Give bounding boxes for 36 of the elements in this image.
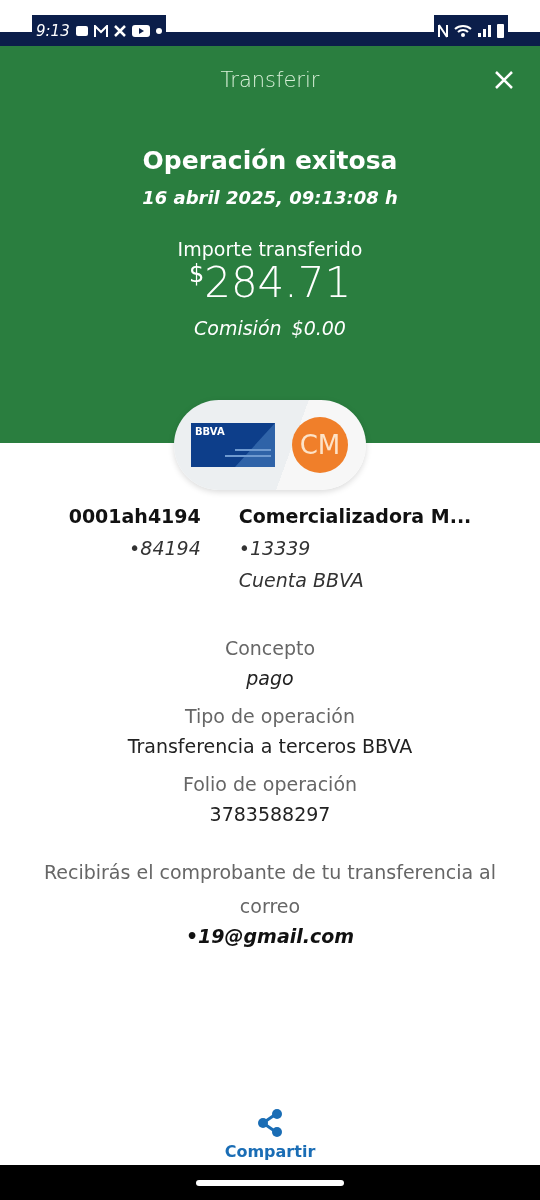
card-icon: BBVA [191,423,275,467]
amount-label: Importe transferido [177,238,363,260]
battery-icon [497,23,504,38]
dot-icon [155,27,162,34]
close-icon[interactable] [494,70,514,90]
detail-value: pago [246,667,294,689]
operation-date: 16 abril 2025, 09:13:08 h [142,187,398,208]
commission-value: $0.00 [291,317,346,339]
share-button[interactable]: Compartir [224,1108,316,1161]
receipt-notice: Recibirás el comprobante de tu transferencia al correo [42,860,498,919]
nfc-icon [438,23,448,38]
video-play-icon [131,24,150,37]
detail-value: Transferencia a terceros BBVA [127,735,413,757]
currency-sign: $ [188,260,205,288]
destination-account-type: Cuenta BBVA [238,569,365,591]
message-icon [75,25,88,36]
share-icon [256,1108,284,1138]
signal-icon [478,24,491,37]
detail-label: Folio de operación [182,773,358,795]
avatar-initials: CM [292,417,348,473]
detail-label: Tipo de operación [184,705,355,727]
home-indicator[interactable] [196,1179,344,1186]
email-address: •19@gmail.com [185,925,355,947]
result-title: Operación exitosa [142,146,398,175]
mail-icon [93,24,108,37]
origin-account-name: 0001ah4194 [68,505,201,527]
x-icon [113,24,126,37]
detail-value: 3783588297 [209,803,331,825]
destination-account-name: Comercializadora M... [238,505,472,527]
screen-title: Transferir [220,68,320,92]
detail-label: Concepto [224,637,316,659]
destination-account-number: •13339 [238,537,312,559]
status-time: 9:13 [36,21,70,40]
wifi-icon [454,24,472,37]
commission-label: Comisión [194,317,282,339]
origin-account-number: •84194 [129,537,201,559]
